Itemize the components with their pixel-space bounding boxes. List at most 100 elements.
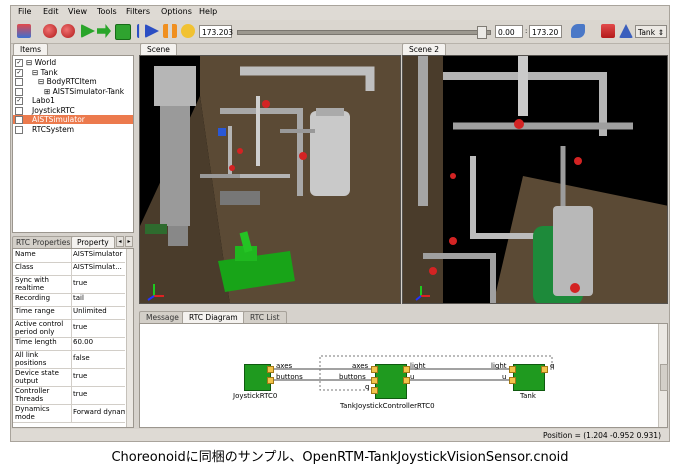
property-row[interactable]: Sync with realtime true xyxy=(13,275,125,294)
property-value[interactable]: false xyxy=(73,354,125,362)
property-name: All link positions xyxy=(15,351,47,367)
port-controller-light[interactable] xyxy=(403,366,410,373)
tree-item[interactable]: AISTSimulator xyxy=(13,115,133,124)
pause-icon[interactable] xyxy=(163,24,177,38)
property-row[interactable]: Controller Threads true xyxy=(13,386,125,405)
expand-toggle-icon[interactable]: ⊟ xyxy=(38,77,47,86)
tree-item[interactable]: JoystickRTC xyxy=(13,106,133,115)
property-value[interactable]: true xyxy=(73,323,125,331)
port-tank-u[interactable] xyxy=(509,377,516,384)
property-row[interactable]: Time range Unlimited xyxy=(13,306,125,320)
property-value[interactable]: AISTSimulat... xyxy=(73,263,125,271)
property-row[interactable]: Name AISTSimulator xyxy=(13,249,125,263)
property-value[interactable]: 60.00 xyxy=(73,338,125,346)
property-row[interactable]: Active control period only true xyxy=(13,319,125,338)
property-row[interactable]: Dynamics mode Forward dynamics xyxy=(13,404,125,423)
position-readout: Position = (1.204 -0.952 0.931) xyxy=(543,431,661,440)
chevron-down-icon: ⇕ xyxy=(657,28,664,37)
port-tank-light[interactable] xyxy=(509,366,516,373)
port-joystick-buttons[interactable] xyxy=(267,377,274,384)
tool-wrench-icon[interactable] xyxy=(571,24,585,38)
tree-item[interactable]: ⊞ AISTSimulator-Tank xyxy=(13,87,133,96)
body-link-icon[interactable] xyxy=(601,24,615,38)
tree-item[interactable]: RTCSystem xyxy=(13,125,133,134)
tree-item[interactable]: ✓ Labo1 xyxy=(13,96,133,105)
checkbox-icon[interactable] xyxy=(15,106,23,115)
property-row[interactable]: All link positions false xyxy=(13,350,125,369)
tree-item-label: Tank xyxy=(40,67,58,77)
checkbox-icon[interactable] xyxy=(15,78,23,86)
menu-edit[interactable]: Edit xyxy=(43,7,59,16)
tab-scroll-right-icon[interactable]: ▸ xyxy=(125,236,133,247)
checkbox-checked-icon[interactable]: ✓ xyxy=(15,59,23,67)
property-row[interactable]: Device state output true xyxy=(13,368,125,387)
scene-view-1[interactable] xyxy=(139,55,401,304)
menu-view[interactable]: View xyxy=(68,7,87,16)
property-value[interactable]: true xyxy=(73,279,125,287)
property-value[interactable]: tail xyxy=(73,294,125,302)
menu-tools[interactable]: Tools xyxy=(97,7,117,16)
property-value[interactable]: AISTSimulator xyxy=(73,250,125,258)
expand-toggle-icon[interactable]: ⊟ xyxy=(26,58,35,67)
checkbox-checked-icon[interactable]: ✓ xyxy=(15,68,23,77)
sim-restart-icon[interactable] xyxy=(61,24,75,38)
play-icon[interactable] xyxy=(145,24,159,38)
sim-step-icon[interactable] xyxy=(97,24,111,38)
time-slider-track[interactable] xyxy=(237,30,491,35)
range-start-input[interactable]: 0.00 xyxy=(495,25,523,38)
port-label-controller-axes: axes xyxy=(352,362,369,370)
choreonoid-window: File Edit View Tools Filters Options Hel… xyxy=(10,5,670,442)
property-scrollbar[interactable] xyxy=(126,249,133,427)
port-controller-axes[interactable] xyxy=(371,366,378,373)
sim-start-icon[interactable] xyxy=(43,24,57,38)
time-input[interactable]: 173.203 xyxy=(199,25,233,38)
expand-toggle-icon[interactable]: ⊞ xyxy=(44,87,53,96)
property-row[interactable]: Class AISTSimulat... xyxy=(13,262,125,276)
tree-item-label: AISTSimulator-Tank xyxy=(52,86,125,96)
checkbox-checked-icon[interactable]: ✓ xyxy=(15,97,23,105)
checkbox-icon[interactable] xyxy=(15,125,23,134)
property-name: Name xyxy=(15,250,36,258)
tree-item-label: RTCSystem xyxy=(32,124,75,134)
checkbox-icon[interactable] xyxy=(15,87,23,96)
sim-stop-icon[interactable] xyxy=(115,24,131,40)
time-slider-knob[interactable] xyxy=(477,26,487,39)
tree-item[interactable]: ⊟ BodyRTCItem xyxy=(13,77,133,86)
diagram-scrollbar[interactable] xyxy=(658,324,668,427)
port-label-joystick-axes: axes xyxy=(276,362,293,370)
port-controller-q[interactable] xyxy=(371,387,378,394)
menu-help[interactable]: Help xyxy=(199,7,217,16)
property-value[interactable]: true xyxy=(73,390,125,398)
tree-item[interactable]: ✓ ⊟ Tank xyxy=(13,68,133,77)
items-tree: ✓ ⊟ World ✓ ⊟ Tank ⊟ BodyRTCItem ⊞ AISTSimula… xyxy=(12,55,134,233)
menu-filters[interactable]: Filters xyxy=(126,7,150,16)
property-value[interactable]: Forward dynamics xyxy=(73,408,125,416)
menu-options[interactable]: Options xyxy=(161,7,192,16)
rtc-joystick-name: JoystickRTC0 xyxy=(233,392,278,400)
tree-item-label: Labo1 xyxy=(32,96,55,105)
body-pose-icon[interactable] xyxy=(619,24,633,38)
rtc-diagram-canvas[interactable]: axes buttons JoystickRTC0 axes buttons q… xyxy=(139,323,668,428)
port-joystick-axes[interactable] xyxy=(267,366,274,373)
tree-item-label: World xyxy=(34,58,57,67)
refresh-icon[interactable] xyxy=(181,24,195,38)
property-row[interactable]: Recording tail xyxy=(13,293,125,307)
tree-item[interactable]: ✓ ⊟ World xyxy=(13,58,133,67)
tab-scroll-left-icon[interactable]: ◂ xyxy=(116,236,124,247)
range-end-input[interactable]: 173.20 xyxy=(529,25,562,38)
checkbox-icon[interactable] xyxy=(15,116,23,124)
expand-toggle-icon[interactable]: ⊟ xyxy=(32,68,41,77)
scene-view-2[interactable] xyxy=(402,55,668,304)
property-value[interactable]: true xyxy=(73,372,125,380)
diagram-scroll-thumb[interactable] xyxy=(660,364,668,391)
body-select[interactable]: Tank ⇕ xyxy=(635,25,667,38)
menu-file[interactable]: File xyxy=(18,7,31,16)
port-controller-u[interactable] xyxy=(403,377,410,384)
body-select-value: Tank xyxy=(638,28,656,37)
property-value[interactable]: Unlimited xyxy=(73,307,125,315)
port-tank-q[interactable] xyxy=(541,366,548,373)
port-controller-buttons[interactable] xyxy=(371,377,378,384)
select-mode-icon[interactable] xyxy=(17,24,31,38)
sim-play-icon[interactable] xyxy=(81,24,95,38)
property-row[interactable]: Time length 60.00 xyxy=(13,337,125,351)
